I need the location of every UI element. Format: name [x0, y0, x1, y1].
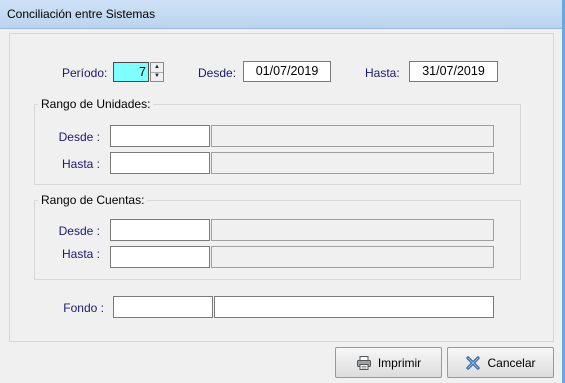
cancel-button[interactable]: Cancelar	[447, 347, 554, 378]
printer-icon	[356, 355, 371, 370]
unidades-desde-label: Desde :	[58, 130, 100, 144]
cuentas-desde-label: Desde :	[58, 224, 100, 238]
fondo-label: Fondo :	[63, 301, 104, 315]
cancel-button-label: Cancelar	[487, 355, 536, 370]
cuentas-hasta-code-input[interactable]	[110, 246, 210, 268]
unidades-hasta-code-input[interactable]	[110, 152, 210, 174]
cuentas-desde-code-input[interactable]	[110, 219, 210, 241]
spin-down-icon[interactable]: ▼	[151, 72, 163, 81]
print-button-label: Imprimir	[377, 355, 422, 370]
fondo-code-input[interactable]	[113, 296, 213, 318]
periodo-spinner[interactable]: ▲ ▼	[150, 62, 164, 82]
print-button[interactable]: Imprimir	[335, 347, 442, 378]
unidades-desde-desc-field	[211, 125, 494, 147]
periodo-input[interactable]: 7	[113, 62, 149, 82]
cuentas-hasta-label: Hasta :	[61, 247, 100, 261]
periodo-label: Período:	[62, 66, 108, 80]
hasta-label: Hasta:	[365, 66, 400, 80]
title-bar: Conciliación entre Sistemas	[0, 0, 565, 29]
close-icon	[466, 355, 481, 370]
desde-date-field[interactable]: 01/07/2019	[243, 61, 331, 82]
unidades-group-title: Rango de Unidades:	[38, 97, 154, 111]
cuentas-group-title: Rango de Cuentas:	[38, 193, 148, 207]
unidades-desde-code-input[interactable]	[110, 125, 210, 147]
window-title: Conciliación entre Sistemas	[7, 7, 156, 21]
unidades-hasta-desc-field	[211, 152, 494, 174]
unidades-hasta-label: Hasta :	[61, 157, 100, 171]
hasta-date-field[interactable]: 31/07/2019	[409, 61, 498, 82]
cuentas-hasta-desc-field	[211, 246, 494, 268]
cuentas-desde-desc-field	[211, 219, 494, 241]
fondo-desc-input[interactable]	[214, 296, 494, 318]
desde-label: Desde:	[198, 66, 237, 80]
